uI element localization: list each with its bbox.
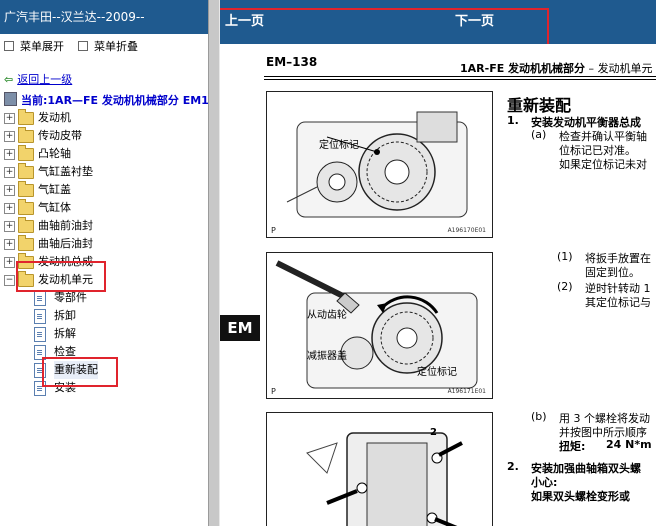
- expand-toggle-icon[interactable]: +: [4, 113, 15, 124]
- expand-icon: [4, 41, 14, 51]
- folder-icon: [18, 145, 34, 161]
- substep-number: (b): [531, 410, 547, 423]
- tree-item-label: 气缸盖: [38, 183, 71, 196]
- figure-code: A196170E01: [447, 227, 486, 234]
- expand-toggle-icon[interactable]: +: [4, 131, 15, 142]
- document-icon: [34, 291, 46, 306]
- page-navigation-bar: 上一页 下一页: [220, 0, 656, 44]
- expand-toggle-icon[interactable]: +: [4, 257, 15, 268]
- tree-item-label: 发动机总成: [38, 255, 93, 268]
- substep-number: (2): [557, 280, 573, 293]
- next-page-button[interactable]: 下一页: [455, 0, 494, 44]
- figure-p-marker: P: [271, 387, 276, 396]
- torque-value: 24 N*m (: [606, 438, 656, 451]
- substep-text: 其定位标记与: [585, 296, 651, 309]
- figure-label: 定位标记: [319, 140, 359, 151]
- page-code: EM–138: [266, 55, 318, 69]
- tree-item-label: 曲轴前油封: [38, 219, 93, 232]
- figure-balancer-timing: 定位标记 P A196170E01: [266, 91, 493, 238]
- bolt-sequence-illustration: [306, 432, 463, 526]
- current-location: 当前:1AR—FE 发动机机械部分 EM1: [4, 92, 208, 108]
- tree-item-label: 发动机: [38, 111, 71, 124]
- document-icon: [34, 309, 46, 324]
- folder-icon: [18, 163, 34, 179]
- balancer-illustration: [286, 111, 468, 218]
- torque-label: 扭矩:: [559, 440, 586, 453]
- figure-label: 2: [430, 427, 437, 438]
- figure-label: 定位标记: [417, 367, 457, 378]
- wrench-illustration: [275, 260, 478, 389]
- leaf-item-label: 零部件: [54, 291, 87, 304]
- substep-number: (1): [557, 250, 573, 263]
- folder-icon: [18, 181, 34, 197]
- folder-icon: [18, 253, 34, 269]
- document-icon: [34, 363, 46, 378]
- document-pane: 上一页 下一页 EM–138 1AR-FE 发动机机械部分 – 发动机单元 EM…: [220, 0, 656, 526]
- caution-text: 如果双头螺栓变形或: [531, 490, 630, 503]
- figure-label: 减振器盖: [307, 351, 347, 362]
- figure-code: A196171E01: [447, 388, 486, 395]
- document-icon: [34, 327, 46, 342]
- back-link[interactable]: ⇦ 返回上一级: [4, 71, 72, 87]
- folder-icon: [18, 127, 34, 143]
- leaf-item-label: 检查: [54, 345, 76, 358]
- pane-splitter[interactable]: [208, 0, 220, 526]
- expand-toggle-icon[interactable]: +: [4, 149, 15, 160]
- tree-item-label: 气缸体: [38, 201, 71, 214]
- step-number: 1.: [507, 114, 519, 127]
- expand-toggle-icon[interactable]: +: [4, 203, 15, 214]
- header-rule: [264, 79, 656, 80]
- expand-toggle-icon[interactable]: +: [4, 239, 15, 250]
- leaf-item-label: 重新装配: [54, 361, 98, 379]
- back-arrow-icon: ⇦: [4, 73, 14, 86]
- document-icon: [34, 345, 46, 360]
- tree-item-label: 曲轴后油封: [38, 237, 93, 250]
- menu-expand-button[interactable]: 菜单展开: [4, 38, 64, 54]
- expand-toggle-icon[interactable]: +: [4, 167, 15, 178]
- expand-toggle-icon[interactable]: +: [4, 221, 15, 232]
- substep-text: 固定到位。: [585, 266, 640, 279]
- folder-icon: [18, 109, 34, 125]
- collapse-icon: [78, 41, 88, 51]
- figure-bolt-sequence: 2: [266, 412, 493, 526]
- tree-item-label: 气缸盖衬垫: [38, 165, 93, 178]
- section-tab: EM: [220, 315, 260, 341]
- step-number: 2.: [507, 460, 519, 473]
- folder-icon: [18, 235, 34, 251]
- figure-p-marker: P: [271, 226, 276, 235]
- substep-text: 如果定位标记未对: [559, 158, 647, 171]
- page-header: 1AR-FE 发动机机械部分 – 发动机单元: [460, 62, 653, 75]
- manual-title: 广汽丰田--汉兰达--2009--: [0, 0, 208, 34]
- header-rule: [264, 76, 656, 77]
- expand-toggle-icon[interactable]: +: [4, 185, 15, 196]
- computer-icon: [4, 92, 17, 106]
- figure-label: 从动齿轮: [307, 310, 347, 321]
- figure-wrench-gear: 从动齿轮 减振器盖 定位标记 P A196171E01: [266, 252, 493, 399]
- folder-icon: [18, 199, 34, 215]
- section-title: 重新装配: [507, 96, 572, 115]
- menu-collapse-button[interactable]: 菜单折叠: [78, 38, 138, 54]
- open-folder-icon: [18, 271, 34, 287]
- tree-item-label: 发动机单元: [38, 273, 93, 286]
- tree-item-label: 凸轮轴: [38, 147, 71, 160]
- tree-item-label: 传动皮带: [38, 129, 82, 142]
- leaf-item-label: 拆解: [54, 327, 76, 340]
- navigation-pane: 广汽丰田--汉兰达--2009-- 菜单展开 菜单折叠 ⇦ 返回上一级 当前:1A…: [0, 0, 208, 526]
- leaf-item-label: 安装: [54, 381, 76, 394]
- leaf-item-label: 拆卸: [54, 309, 76, 322]
- folder-icon: [18, 217, 34, 233]
- document-icon: [34, 381, 46, 396]
- collapse-toggle-icon[interactable]: −: [4, 275, 15, 286]
- prev-page-button[interactable]: 上一页: [225, 0, 264, 44]
- substep-number: (a): [531, 128, 547, 141]
